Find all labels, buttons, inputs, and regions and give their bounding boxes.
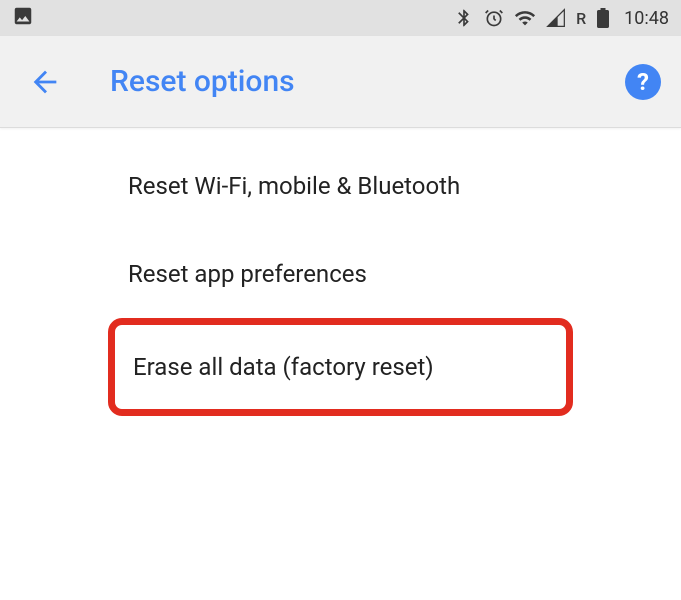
status-right-icons: R 10:48 [454,7,669,29]
help-button[interactable]: ? [625,64,661,100]
roaming-indicator: R [576,9,586,28]
back-button[interactable] [28,65,62,99]
status-bar: R 10:48 [0,0,681,36]
back-arrow-icon [28,65,62,99]
signal-icon [546,8,566,28]
factory-reset-item[interactable]: Erase all data (factory reset) [115,325,566,409]
image-notification-icon [12,5,34,31]
wifi-icon [514,7,536,29]
reset-app-prefs-item[interactable]: Reset app preferences [0,230,681,318]
status-time: 10:48 [624,8,669,29]
bluetooth-icon [454,8,474,28]
battery-icon [596,7,610,29]
highlight-annotation: Erase all data (factory reset) [108,318,573,416]
app-bar: Reset options ? [0,36,681,128]
help-icon: ? [637,68,649,96]
settings-list: Reset Wi-Fi, mobile & Bluetooth Reset ap… [0,128,681,416]
status-left-icons [12,5,34,31]
reset-network-item[interactable]: Reset Wi-Fi, mobile & Bluetooth [0,142,681,230]
page-title: Reset options [110,64,625,99]
alarm-icon [484,8,504,28]
